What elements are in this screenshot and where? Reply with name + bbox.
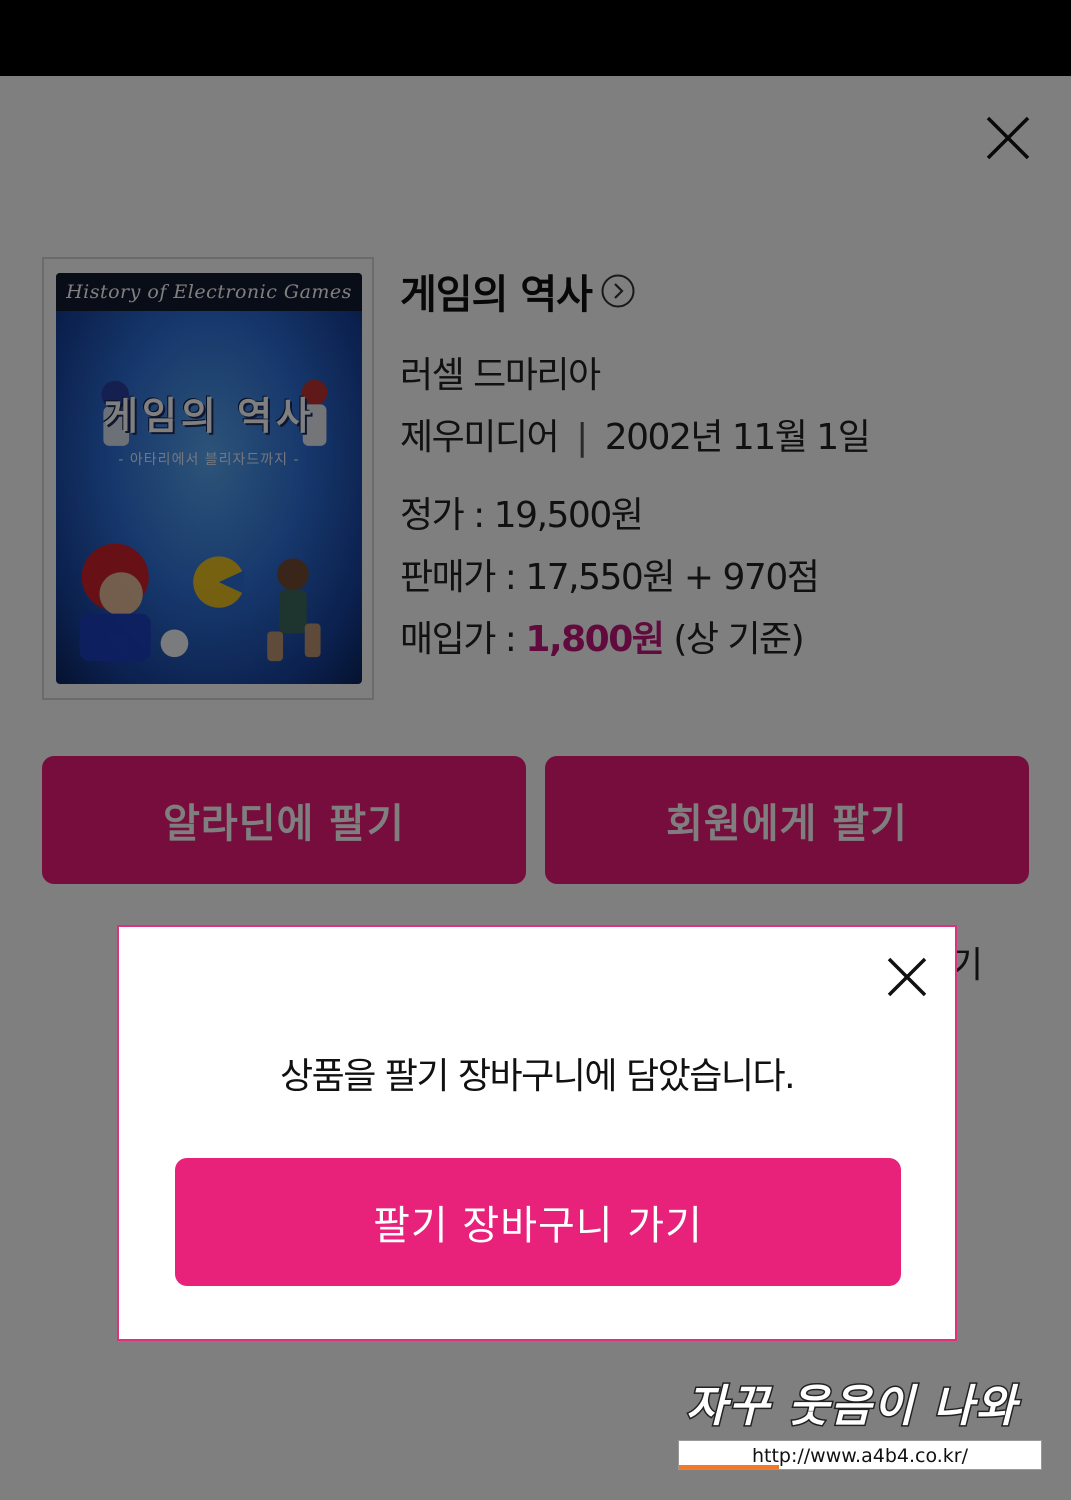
go-to-sell-cart-button[interactable]: 팔기 장바구니 가기	[175, 1158, 901, 1286]
modal-close-icon[interactable]	[883, 953, 931, 1001]
watermark-url-bar: http://www.a4b4.co.kr/	[678, 1440, 1042, 1470]
watermark-accent	[679, 1465, 779, 1469]
status-bar	[0, 0, 1071, 76]
cart-modal: 상품을 팔기 장바구니에 담았습니다. 팔기 장바구니 가기	[117, 925, 957, 1341]
modal-message: 상품을 팔기 장바구니에 담았습니다.	[279, 1056, 796, 1097]
watermark: 자꾸 웃음이 나와~ http://www.a4b4.co.kr/	[676, 1370, 1046, 1487]
